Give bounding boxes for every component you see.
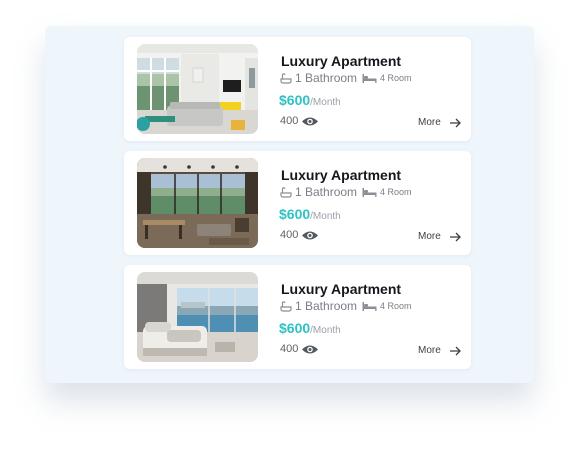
arrow-right-icon[interactable] — [449, 346, 461, 356]
bathrooms-label: 1 Bathroom — [295, 71, 358, 85]
listing-photo[interactable] — [137, 44, 258, 134]
bathtub-icon — [280, 186, 292, 198]
price-unit: /Month — [310, 211, 341, 222]
listing-card[interactable]: Luxury Apartment 1 Bathroom 4 Room $600/… — [124, 265, 471, 369]
bathrooms-label: 1 Bathroom — [295, 185, 358, 199]
listing-title[interactable]: Luxury Apartment — [281, 53, 401, 69]
rooms-feature: 4 Room — [362, 299, 412, 313]
arrow-right-icon[interactable] — [449, 232, 461, 242]
listing-title[interactable]: Luxury Apartment — [281, 167, 401, 183]
view-count: 400 — [280, 115, 319, 127]
view-count-value: 400 — [280, 229, 299, 241]
more-label[interactable]: More — [418, 345, 441, 356]
price-unit: /Month — [310, 325, 341, 336]
more-label[interactable]: More — [418, 117, 441, 128]
bathrooms-feature: 1 Bathroom — [280, 299, 357, 313]
more-button[interactable]: More — [418, 345, 461, 356]
more-button[interactable]: More — [418, 117, 461, 128]
bathrooms-feature: 1 Bathroom — [280, 71, 357, 85]
view-count: 400 — [280, 229, 319, 241]
rooms-feature: 4 Room — [362, 185, 412, 199]
bathtub-icon — [280, 72, 292, 84]
price-value: $600 — [279, 206, 311, 222]
listing-card[interactable]: Luxury Apartment 1 Bathroom 4 Room $600/… — [124, 151, 471, 255]
price: $600/Month — [279, 320, 341, 338]
bathrooms-label: 1 Bathroom — [295, 299, 358, 313]
listing-photo[interactable] — [137, 158, 258, 248]
arrow-right-icon[interactable] — [449, 118, 461, 128]
more-button[interactable]: More — [418, 231, 461, 242]
price: $600/Month — [279, 92, 341, 110]
rooms-label: 4 Room — [380, 73, 412, 83]
price-value: $600 — [279, 92, 311, 108]
bed-icon — [362, 188, 377, 197]
bathtub-icon — [280, 300, 292, 312]
view-count-value: 400 — [280, 115, 299, 127]
listing-photo[interactable] — [137, 272, 258, 362]
bed-icon — [362, 302, 377, 311]
rooms-feature: 4 Room — [362, 71, 412, 85]
price: $600/Month — [279, 206, 341, 224]
view-count: 400 — [280, 343, 319, 355]
rooms-label: 4 Room — [380, 187, 412, 197]
bed-icon — [362, 74, 377, 83]
eye-icon — [302, 345, 319, 353]
price-value: $600 — [279, 320, 311, 336]
price-unit: /Month — [310, 97, 341, 108]
view-count-value: 400 — [280, 343, 299, 355]
more-label[interactable]: More — [418, 231, 441, 242]
listing-card[interactable]: Luxury Apartment 1 Bathroom 4 Room $600/… — [124, 37, 471, 141]
eye-icon — [302, 117, 319, 125]
rooms-label: 4 Room — [380, 301, 412, 311]
bathrooms-feature: 1 Bathroom — [280, 185, 357, 199]
listing-title[interactable]: Luxury Apartment — [281, 281, 401, 297]
eye-icon — [302, 231, 319, 239]
